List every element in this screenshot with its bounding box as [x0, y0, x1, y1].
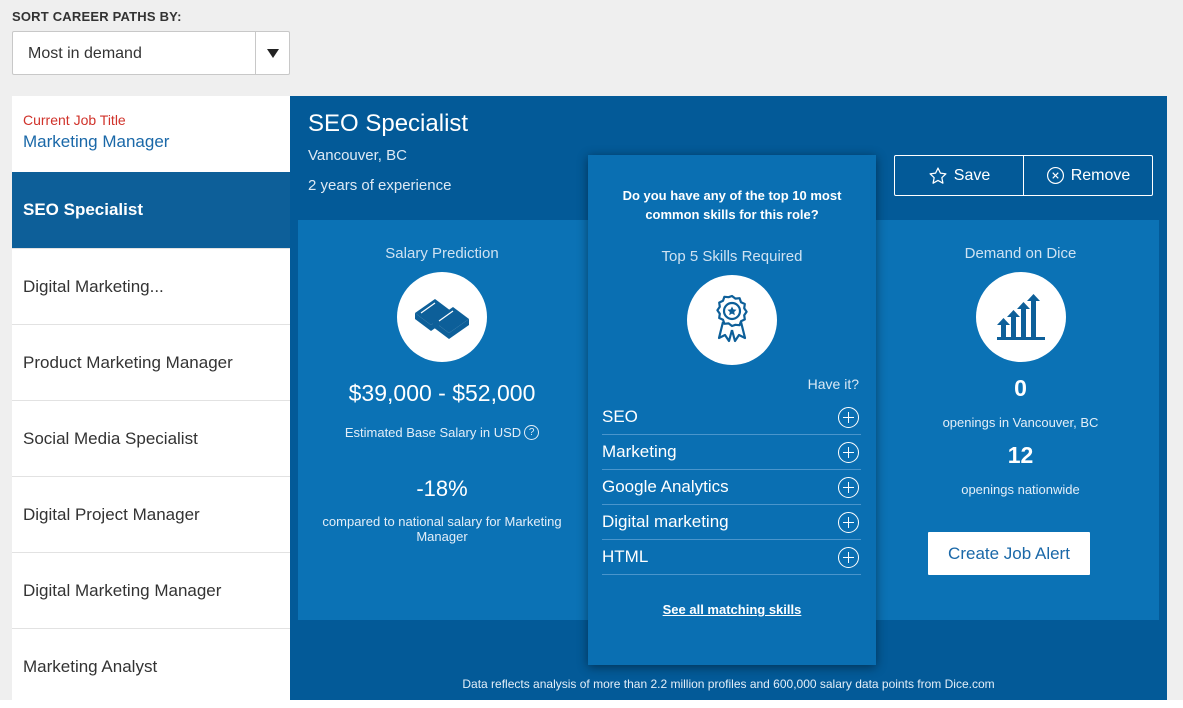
skills-popup: Do you have any of the top 10 most commo…	[588, 155, 876, 665]
star-icon	[929, 166, 947, 184]
sidebar-item-digital-marketing-manager[interactable]: Digital Marketing Manager	[12, 552, 290, 628]
local-openings-count: 0	[1014, 375, 1027, 401]
close-circle-icon	[1046, 166, 1064, 185]
skill-item-seo: SEO	[602, 400, 861, 435]
sort-select-value: Most in demand	[28, 45, 142, 62]
remove-button[interactable]: Remove	[1023, 156, 1152, 195]
skills-list: SEO Marketing Google Analytics Digital m…	[602, 400, 861, 575]
skills-question: Do you have any of the top 10 most commo…	[622, 188, 842, 222]
data-footnote: Data reflects analysis of more than 2.2 …	[462, 677, 995, 691]
award-ribbon-icon	[687, 275, 777, 365]
money-icon	[397, 272, 487, 362]
sidebar-item-seo-specialist[interactable]: SEO Specialist	[12, 172, 290, 248]
sidebar-item-product-marketing-manager[interactable]: Product Marketing Manager	[12, 324, 290, 400]
have-it-label: Have it?	[807, 376, 859, 392]
help-icon[interactable]: ?	[524, 425, 540, 440]
skill-label: HTML	[602, 547, 649, 566]
sidebar-item-digital-project-manager[interactable]: Digital Project Manager	[12, 476, 290, 552]
skills-heading: Top 5 Skills Required	[661, 248, 803, 265]
add-skill-icon[interactable]	[838, 441, 859, 463]
national-openings-count: 12	[1007, 442, 1034, 468]
salary-sub: Estimated Base Salary in USD?	[298, 425, 586, 440]
sidebar-item-digital-marketing[interactable]: Digital Marketing...	[12, 248, 290, 324]
save-button[interactable]: Save	[895, 156, 1023, 195]
job-location: Vancouver, BC	[308, 147, 407, 164]
demand-heading: Demand on Dice	[964, 245, 1077, 262]
national-openings-label: openings nationwide	[961, 482, 1080, 497]
salary-percent: -18%	[416, 476, 468, 501]
job-title: SEO Specialist	[308, 110, 469, 137]
add-skill-icon[interactable]	[838, 546, 859, 568]
chevron-down-icon[interactable]	[255, 32, 289, 74]
see-all-skills-link[interactable]: See all matching skills	[588, 602, 876, 617]
salary-heading: Salary Prediction	[385, 245, 499, 262]
local-openings-label: openings in Vancouver, BC	[942, 415, 1099, 430]
skill-label: SEO	[602, 407, 638, 426]
job-experience: 2 years of experience	[308, 177, 452, 194]
salary-prediction: Salary Prediction $39,000 - $52,000 Esti…	[298, 220, 586, 620]
save-remove-group: Save Remove	[894, 155, 1153, 196]
sidebar-item-social-media-specialist[interactable]: Social Media Specialist	[12, 400, 290, 476]
create-job-alert-button[interactable]: Create Job Alert	[928, 532, 1090, 575]
skill-item-google-analytics: Google Analytics	[602, 470, 861, 505]
bottom-strip	[0, 700, 1183, 708]
skill-label: Google Analytics	[602, 477, 729, 496]
sidebar-item-marketing-analyst[interactable]: Marketing Analyst	[12, 628, 290, 704]
career-path-sidebar: Current Job Title Marketing Manager SEO …	[12, 96, 290, 708]
save-label: Save	[953, 166, 991, 184]
skill-item-marketing: Marketing	[602, 435, 861, 470]
current-job-label: Current Job Title	[23, 112, 126, 128]
sort-select[interactable]: Most in demand	[12, 31, 290, 75]
skill-label: Marketing	[602, 442, 677, 461]
add-skill-icon[interactable]	[838, 476, 859, 498]
salary-range: $39,000 - $52,000	[348, 380, 536, 406]
current-job: Current Job Title Marketing Manager	[12, 96, 290, 172]
sort-label: SORT CAREER PATHS BY:	[12, 9, 182, 24]
add-skill-icon[interactable]	[838, 406, 859, 428]
current-job-title[interactable]: Marketing Manager	[23, 132, 279, 152]
skill-item-digital-marketing: Digital marketing	[602, 505, 861, 540]
skill-item-html: HTML	[602, 540, 861, 575]
salary-percent-sub: compared to national salary for Marketin…	[322, 514, 562, 544]
salary-sub-label: Estimated Base Salary in USD	[344, 425, 522, 440]
remove-label: Remove	[1070, 166, 1131, 184]
add-skill-icon[interactable]	[838, 511, 859, 533]
bar-chart-arrows-icon	[975, 272, 1066, 362]
skill-label: Digital marketing	[602, 512, 729, 531]
